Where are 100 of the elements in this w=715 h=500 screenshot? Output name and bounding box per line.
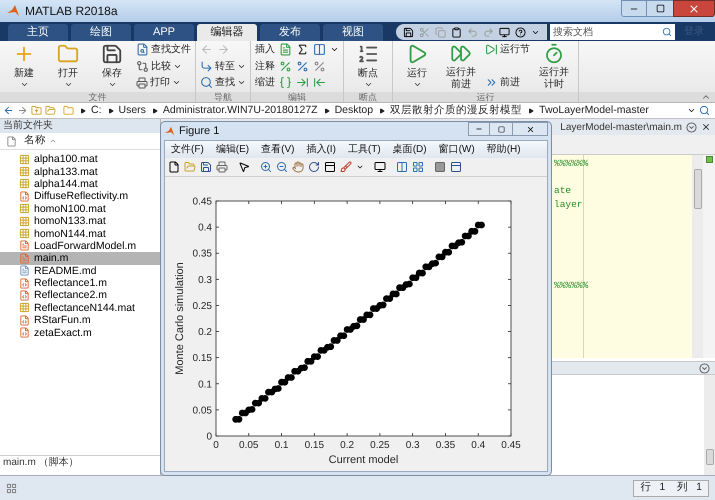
ribbon-button[interactable]: 前进: [485, 75, 520, 90]
path-segment[interactable]: 双层散射介质的漫反射模型: [390, 102, 522, 118]
ribbon-button[interactable]: 转至: [200, 58, 246, 74]
code-line: ate: [554, 185, 572, 196]
file-row[interactable]: alpha133.mat: [0, 165, 160, 178]
file-row[interactable]: homoN100.mat: [0, 202, 160, 215]
close-icon[interactable]: [701, 122, 711, 132]
column-header[interactable]: 名称: [0, 133, 160, 150]
ribbon-button[interactable]: 运行并计时: [534, 41, 574, 91]
menu-item[interactable]: 查看(V): [261, 142, 294, 157]
file-row[interactable]: main.m: [0, 252, 160, 265]
maximize-button[interactable]: [647, 0, 673, 17]
editor-title: LayerModel-master\main.m: [560, 120, 682, 134]
file-row[interactable]: LoadForwardModel.m: [0, 240, 160, 252]
path-segment[interactable]: Administrator.WIN7U-20180127Z: [162, 102, 318, 118]
new-file-icon[interactable]: [168, 161, 180, 173]
indent-icon: [296, 76, 309, 89]
ribbon-button[interactable]: 缩进: [255, 75, 275, 90]
printer-icon[interactable]: [216, 161, 228, 173]
ribbon-tab[interactable]: 发布: [260, 24, 320, 41]
menu-item[interactable]: 窗口(W): [438, 142, 475, 157]
ribbon-button[interactable]: 打印: [136, 75, 181, 90]
back-icon[interactable]: [3, 105, 14, 116]
path-segment[interactable]: Users: [118, 102, 146, 118]
ribbon-button[interactable]: 保存: [92, 41, 132, 91]
printer-icon: [136, 76, 148, 88]
maximize-button[interactable]: [490, 122, 512, 136]
ribbon-button[interactable]: 查找: [200, 75, 246, 90]
dropdown-icon[interactable]: [686, 122, 697, 132]
group-label: 运行: [393, 92, 578, 102]
ribbon-button[interactable]: 比较: [136, 58, 182, 74]
axis-tick-label: 0.25: [370, 440, 390, 451]
menu-item[interactable]: 桌面(D): [392, 142, 427, 157]
brush-icon[interactable]: [340, 161, 352, 173]
grid-file-icon: [19, 302, 30, 314]
axis-tick-label: 0.35: [192, 248, 212, 260]
layout-icon[interactable]: [6, 482, 17, 494]
ribbon-tab[interactable]: 视图: [323, 24, 383, 41]
save-icon[interactable]: [200, 161, 212, 173]
menu-item[interactable]: 编辑(E): [216, 142, 250, 157]
dropdown-icon[interactable]: [687, 106, 696, 115]
menu-item[interactable]: 工具(T): [348, 142, 381, 157]
ribbon-button[interactable]: 打开: [48, 41, 88, 91]
file-row[interactable]: DiffuseReflectivity.m: [0, 190, 160, 203]
ribbon-tab[interactable]: 主页: [8, 24, 68, 41]
close-button[interactable]: [673, 0, 715, 17]
forward-icon[interactable]: [17, 105, 28, 116]
ribbon-button[interactable]: 断点: [348, 41, 388, 91]
file-row[interactable]: zetaExact.m: [0, 326, 160, 339]
ribbon-button[interactable]: 插入: [255, 42, 275, 57]
grid-file-icon: [19, 216, 30, 227]
file-row[interactable]: RStarFun.m: [0, 314, 160, 326]
hand-icon[interactable]: [292, 161, 304, 173]
ribbon-tab[interactable]: 编辑器: [197, 24, 257, 41]
rotate-icon[interactable]: [308, 161, 320, 173]
percent-icon: [313, 60, 326, 72]
file-row[interactable]: ReflectanceN144.mat: [0, 302, 160, 314]
ribbon-button[interactable]: 查找文件: [136, 42, 191, 57]
panel-icon[interactable]: [450, 161, 462, 173]
path-segment[interactable]: TwoLayerModel-master: [539, 102, 649, 118]
ribbon-tab[interactable]: 绘图: [71, 24, 131, 41]
zoom-in-icon[interactable]: [260, 161, 272, 173]
separator-icon: [379, 108, 386, 114]
path-segment[interactable]: Desktop: [334, 102, 374, 118]
status-label: 列: [677, 480, 688, 496]
file-row[interactable]: homoN133.mat: [0, 214, 160, 228]
file-row[interactable]: Reflectance1.m: [0, 276, 160, 290]
ribbon-button[interactable]: 新建: [4, 41, 44, 91]
axis-tick-label: 0.1: [198, 379, 212, 390]
ribbon-button[interactable]: 注释: [255, 58, 275, 74]
pointer-icon[interactable]: [238, 161, 250, 173]
caret-icon[interactable]: [356, 163, 364, 171]
file-row[interactable]: README.md: [0, 264, 160, 277]
save-icon[interactable]: [403, 26, 414, 38]
file-row[interactable]: alpha144.mat: [0, 178, 160, 190]
menu-item[interactable]: 帮助(H): [486, 142, 521, 157]
help-icon[interactable]: [515, 26, 526, 38]
timer-icon: [543, 43, 565, 64]
square-icon[interactable]: [434, 161, 446, 173]
code-line: %%%%%%: [554, 158, 588, 169]
code-file-icon: [19, 290, 30, 301]
file-row[interactable]: Reflectance2.m: [0, 289, 160, 302]
menu-item[interactable]: 文件(F): [171, 142, 204, 157]
path-segment[interactable]: C:: [91, 102, 102, 118]
menu-item[interactable]: 插入(I): [306, 142, 336, 157]
code-file-icon: [19, 278, 30, 289]
close-button[interactable]: [512, 122, 548, 136]
axis-tick-label: 0.05: [192, 405, 212, 416]
grid-file-icon: [19, 166, 30, 178]
zoom-out-icon[interactable]: [276, 161, 288, 173]
file-row[interactable]: alpha100.mat: [0, 153, 160, 166]
paste-icon[interactable]: [451, 26, 462, 38]
ribbon-button[interactable]: 运行节: [485, 42, 530, 57]
ribbon-button[interactable]: 运行并前进: [441, 41, 481, 91]
file-row[interactable]: homoN144.mat: [0, 227, 160, 240]
search-icon[interactable]: [699, 105, 710, 116]
dropdown-icon[interactable]: [699, 362, 710, 374]
ribbon-tab[interactable]: APP: [134, 24, 194, 41]
search-field[interactable]: 搜索文档: [550, 24, 675, 40]
ribbon-button[interactable]: 运行: [397, 41, 437, 91]
